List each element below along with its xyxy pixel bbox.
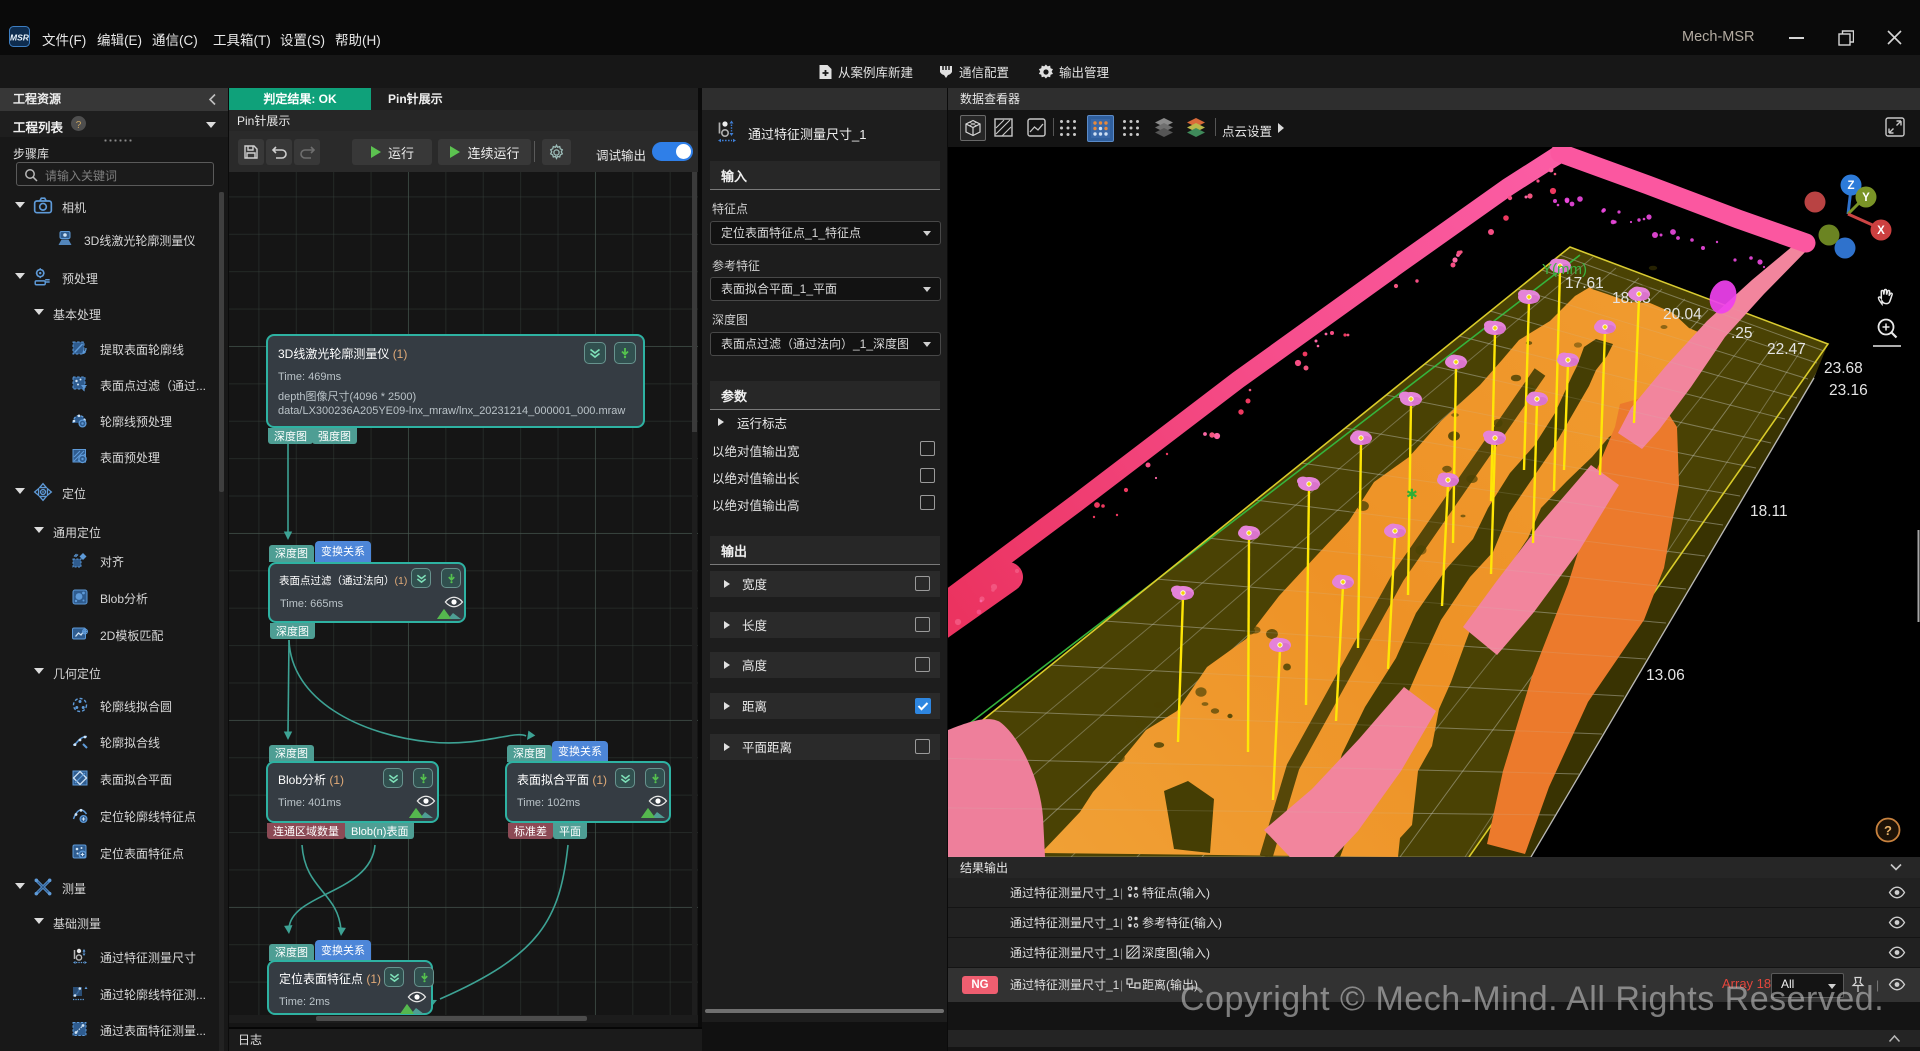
svg-text:Z: Z xyxy=(1847,180,1854,192)
svg-text:22.47: 22.47 xyxy=(1767,341,1806,358)
svg-text:17.61: 17.61 xyxy=(1565,275,1604,292)
svg-text:13.06: 13.06 xyxy=(1646,667,1685,684)
svg-text:18.11: 18.11 xyxy=(1750,503,1788,520)
svg-text:23.16: 23.16 xyxy=(1829,382,1868,399)
svg-text:Y: Y xyxy=(1862,192,1870,204)
svg-text:✱: ✱ xyxy=(1406,486,1418,502)
svg-text:.25: .25 xyxy=(1731,325,1753,342)
svg-text:MSR: MSR xyxy=(10,33,30,43)
svg-text:X: X xyxy=(1877,225,1885,237)
svg-text:23.68: 23.68 xyxy=(1824,360,1863,377)
svg-text:20.04: 20.04 xyxy=(1663,306,1702,323)
svg-text:?: ? xyxy=(1884,823,1892,838)
